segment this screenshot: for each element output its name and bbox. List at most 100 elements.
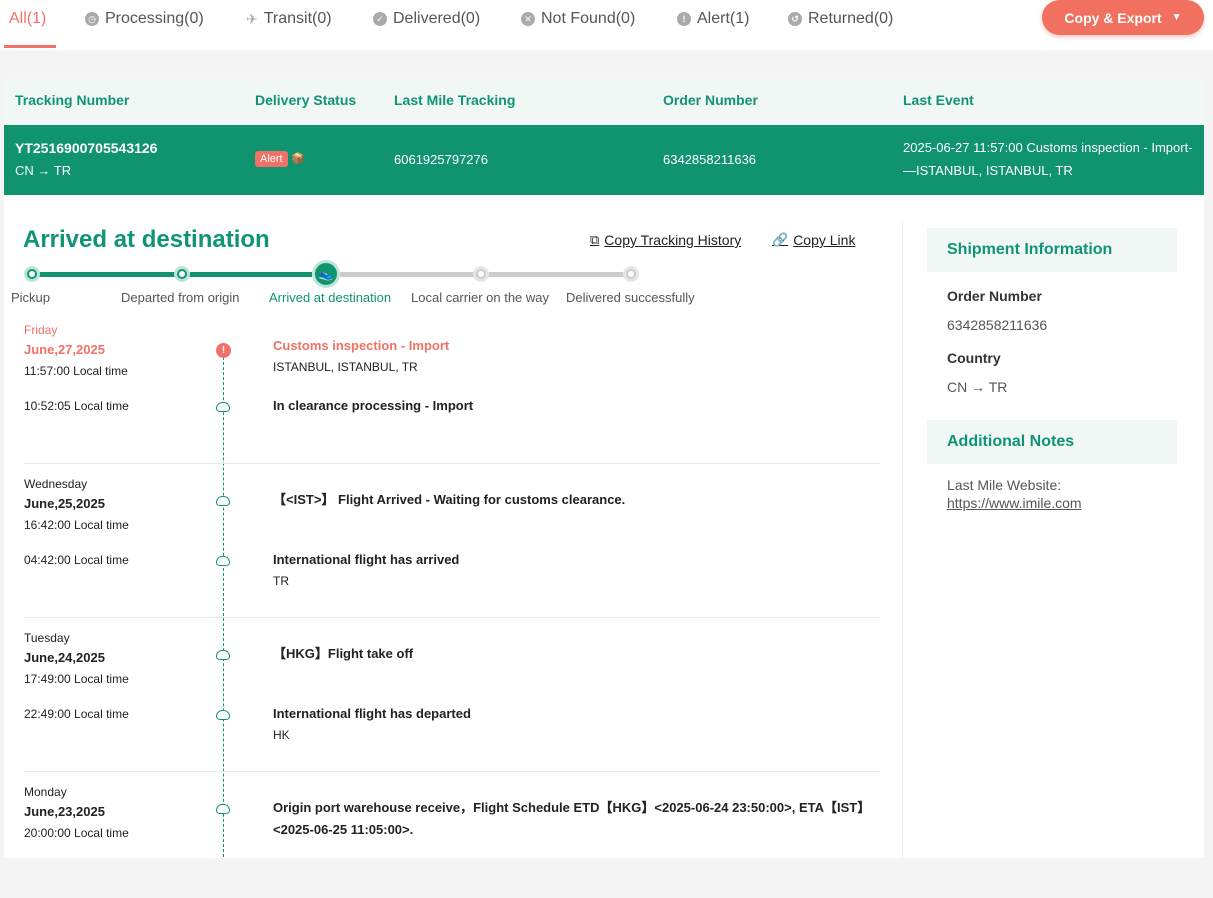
link-icon: 🔗 xyxy=(772,232,789,247)
event-time: 10:52:05 Local time xyxy=(24,399,129,413)
tab-transit-label: Transit(0) xyxy=(263,10,332,27)
table-row[interactable]: YT2516900705543126 CN → TR Alert 📦 60619… xyxy=(4,125,1204,195)
copy-history-button[interactable]: ⧉ Copy Tracking History xyxy=(590,232,741,248)
col-tracking-number: Tracking Number xyxy=(15,92,130,108)
col-last-event: Last Event xyxy=(903,92,974,108)
event-day: Friday xyxy=(24,323,58,337)
step-departed-label: Departed from origin xyxy=(121,290,240,305)
group-divider xyxy=(24,617,880,618)
tab-delivered-label: Delivered(0) xyxy=(393,10,481,27)
tab-processing[interactable]: ◷ Processing(0) xyxy=(85,8,204,30)
country-label: Country xyxy=(947,350,1001,366)
step-delivered-dot xyxy=(623,266,639,282)
tab-processing-label: Processing(0) xyxy=(105,10,204,27)
event-title: In clearance processing - Import xyxy=(273,398,474,413)
alert-marker-icon: ! xyxy=(216,343,231,358)
copy-export-label: Copy & Export xyxy=(1064,9,1162,26)
tab-all[interactable]: All(1) xyxy=(9,8,46,30)
country-value: CN → TR xyxy=(947,379,1008,395)
shoe-icon: 👟 xyxy=(318,267,334,281)
step-pickup-label: Pickup xyxy=(11,290,51,305)
tab-returned[interactable]: ↺ Returned(0) xyxy=(788,8,893,30)
step-departed-dot xyxy=(174,266,190,282)
caret-down-icon: ▼ xyxy=(1171,12,1182,23)
event-title: International flight has departed xyxy=(273,706,471,721)
copy-link-label: Copy Link xyxy=(793,232,856,248)
website-label: Last Mile Website: xyxy=(947,477,1062,493)
order-number-label: Order Number xyxy=(947,288,1042,304)
event-time: 04:42:00 Local time xyxy=(24,553,129,567)
tracking-number: YT2516900705543126 xyxy=(15,140,158,156)
check-icon: ✓ xyxy=(373,12,387,26)
last-event-line2: —ISTANBUL, ISTANBUL, TR xyxy=(903,163,1073,178)
step-local-carrier-label: Local carrier on the way xyxy=(411,290,550,305)
event-time: 11:57:00 Local time xyxy=(24,364,128,378)
step-pickup-dot xyxy=(24,266,40,282)
event-location: HK xyxy=(273,728,290,742)
alert-icon: ! xyxy=(677,12,691,26)
event-title: Origin port warehouse receive，Flight Sch… xyxy=(273,800,871,837)
col-last-mile: Last Mile Tracking xyxy=(394,92,516,108)
status-title: Arrived at destination xyxy=(23,226,270,253)
event-title: International flight has arrived xyxy=(273,552,460,567)
event-date: June,27,2025 xyxy=(24,342,105,357)
tab-returned-label: Returned(0) xyxy=(808,10,894,27)
order-number-value: 6342858211636 xyxy=(947,317,1048,333)
status-badge: Alert xyxy=(255,151,288,167)
tab-not-found[interactable]: ✕ Not Found(0) xyxy=(521,8,635,30)
col-delivery-status: Delivery Status xyxy=(255,92,357,108)
website-link[interactable]: https://www.imile.com xyxy=(947,495,1082,511)
event-title: Customs inspection - Import xyxy=(273,338,450,353)
last-event-line1: 2025-06-27 11:57:00 Customs inspection -… xyxy=(903,140,1193,155)
event-title: 【<IST>】 Flight Arrived - Waiting for cus… xyxy=(273,492,626,507)
active-tab-underline xyxy=(4,45,56,48)
cloud-icon xyxy=(216,650,230,660)
cloud-icon xyxy=(216,496,230,506)
step-arrived-dot: 👟 xyxy=(312,260,340,288)
event-day: Monday xyxy=(24,785,67,799)
step-local-carrier-dot xyxy=(473,266,489,282)
col-order-number: Order Number xyxy=(663,92,758,108)
clock-icon: ◷ xyxy=(85,12,99,26)
table-header: Tracking Number Delivery Status Last Mil… xyxy=(4,77,1204,125)
side-divider xyxy=(902,220,903,860)
progress-tracker: 👟 Pickup Departed from origin Arrived at… xyxy=(4,255,904,315)
copy-link-button[interactable]: 🔗 Copy Link xyxy=(772,232,855,248)
plane-icon: ✈ xyxy=(246,10,258,27)
route: CN → TR xyxy=(15,163,72,178)
event-time: 20:00:00 Local time xyxy=(24,826,129,840)
tab-not-found-label: Not Found(0) xyxy=(541,10,636,27)
event-date: June,25,2025 xyxy=(24,496,105,511)
shipment-info-heading: Shipment Information xyxy=(927,228,1177,272)
event-location: ISTANBUL, ISTANBUL, TR xyxy=(273,360,418,374)
additional-notes-heading: Additional Notes xyxy=(927,420,1177,464)
event-time: 22:49:00 Local time xyxy=(24,707,129,721)
tracking-detail: Arrived at destination ⧉ Copy Tracking Hi… xyxy=(4,195,1204,860)
return-icon: ↺ xyxy=(788,12,802,26)
tab-all-label: All(1) xyxy=(9,10,47,27)
event-date: June,23,2025 xyxy=(24,804,105,819)
timeline-line xyxy=(223,347,224,857)
tab-transit[interactable]: ✈ Transit(0) xyxy=(246,8,332,30)
status-tabs: All(1) ◷ Processing(0) ✈ Transit(0) ✓ Deliv… xyxy=(0,0,1213,50)
tracking-table: Tracking Number Delivery Status Last Mil… xyxy=(4,77,1204,195)
event-time: 17:49:00 Local time xyxy=(24,672,129,686)
event-title: 【HKG】Flight take off xyxy=(273,646,414,661)
tab-delivered[interactable]: ✓ Delivered(0) xyxy=(373,8,480,30)
step-delivered-label: Delivered successfully xyxy=(566,290,695,305)
x-icon: ✕ xyxy=(521,12,535,26)
step-arrived-label: Arrived at destination xyxy=(269,290,392,305)
package-icon: 📦 xyxy=(291,153,305,165)
cloud-icon xyxy=(216,556,230,566)
copy-icon: ⧉ xyxy=(590,232,600,247)
tab-alert[interactable]: ! Alert(1) xyxy=(677,8,749,30)
cloud-icon xyxy=(216,804,230,814)
event-date: June,24,2025 xyxy=(24,650,105,665)
event-time: 16:42:00 Local time xyxy=(24,518,129,532)
progress-bar-done xyxy=(32,272,312,277)
group-divider xyxy=(24,463,880,464)
event-location: TR xyxy=(273,574,289,588)
cloud-icon xyxy=(216,402,230,412)
event-day: Wednesday xyxy=(24,477,88,491)
copy-export-button[interactable]: Copy & Export ▼ xyxy=(1042,0,1204,35)
